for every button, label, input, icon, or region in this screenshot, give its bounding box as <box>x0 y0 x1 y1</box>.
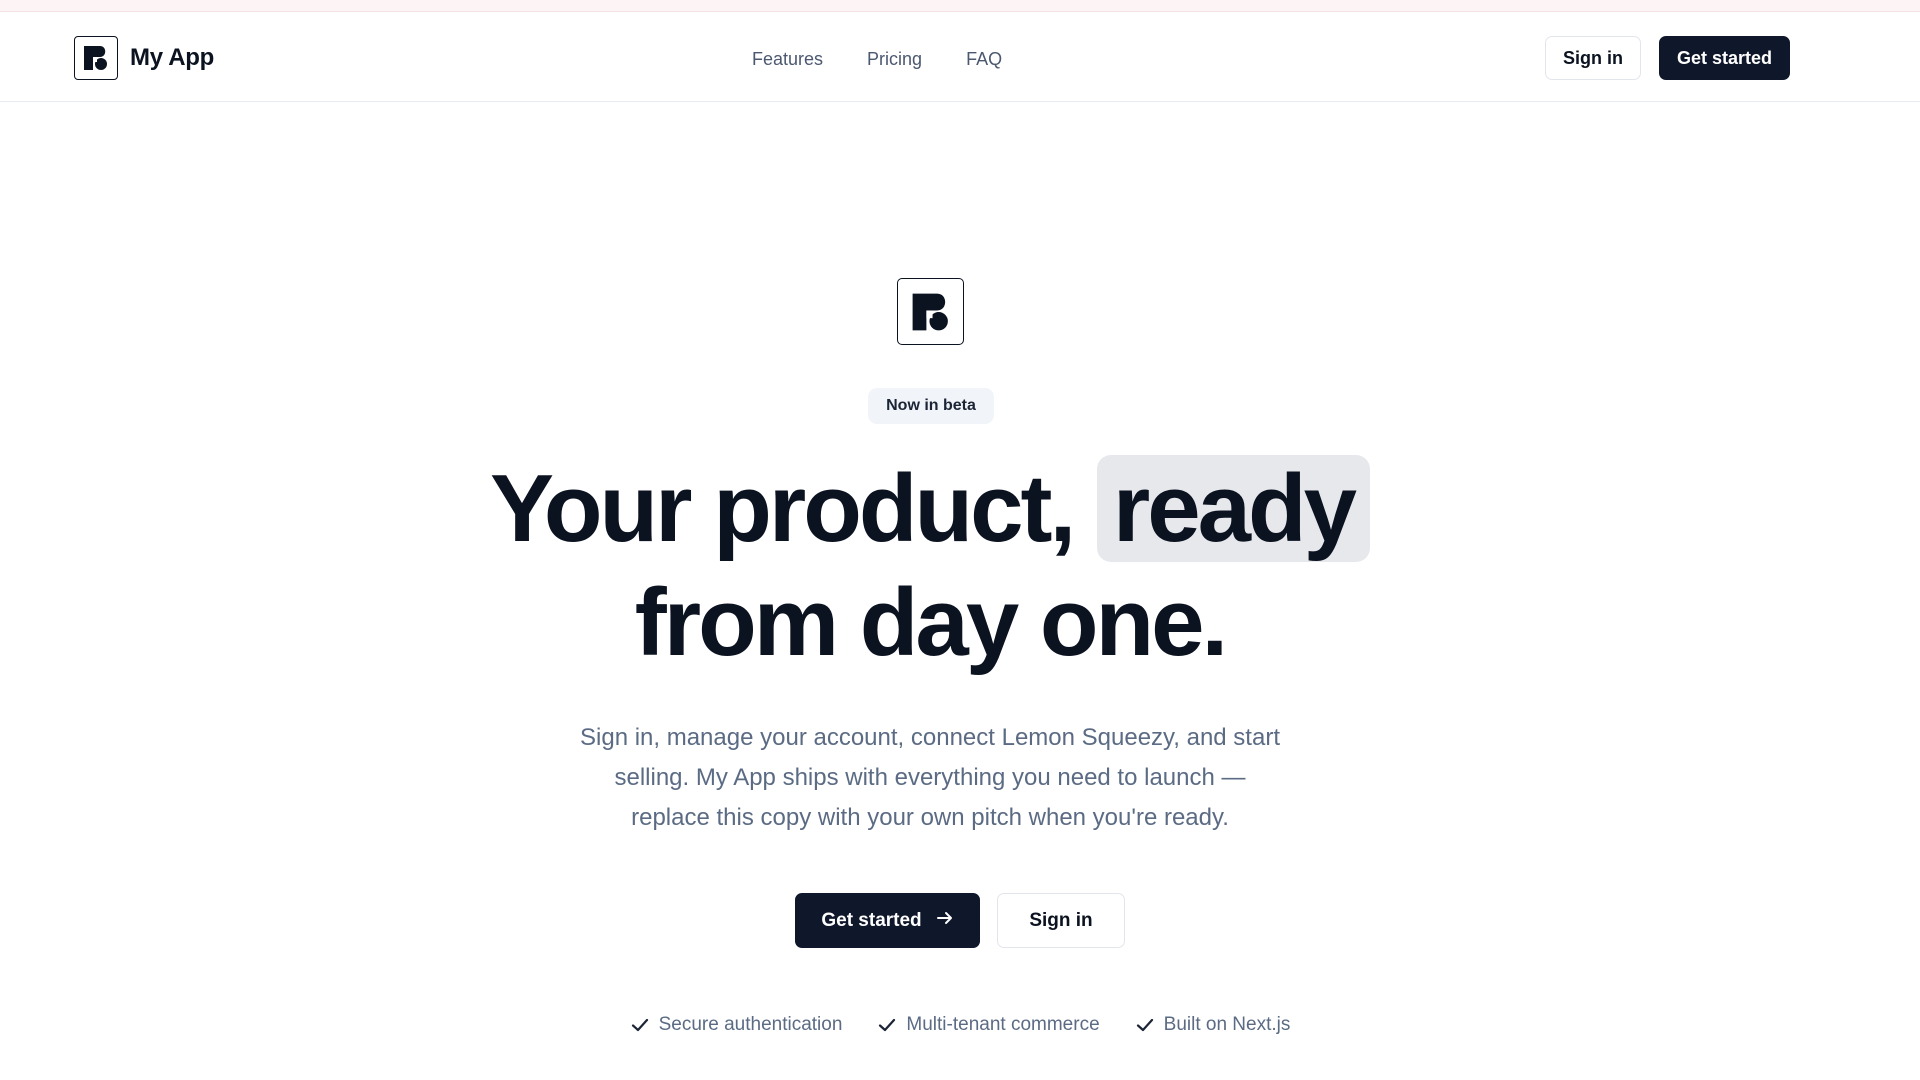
headline-line-2: from day one. <box>634 569 1228 676</box>
check-icon <box>630 1015 650 1035</box>
headline-text: Your product, <box>489 455 1097 562</box>
headline-highlight: ready <box>1096 455 1370 562</box>
feature-label: Built on Next.js <box>1163 1014 1291 1035</box>
hero-get-started-label: Get started <box>821 909 922 931</box>
app-logo-icon <box>74 36 118 80</box>
nav-links: Features Pricing FAQ <box>752 46 1002 72</box>
nav-link-pricing[interactable]: Pricing <box>867 49 922 70</box>
cta-row: Get started Sign in <box>0 893 1920 948</box>
hero-subtitle: Sign in, manage your account, connect Le… <box>580 724 1280 831</box>
nav-link-faq[interactable]: FAQ <box>966 49 1002 70</box>
feature-item: Secure authentication <box>630 1014 843 1036</box>
hero-logo-icon <box>897 278 964 345</box>
hero-get-started-button[interactable]: Get started <box>795 893 980 948</box>
arrow-right-icon <box>936 909 954 933</box>
hero-headline: Your product, ready from day one. <box>360 452 1500 680</box>
navbar: My App Features Pricing FAQ Sign in Get … <box>0 12 1920 102</box>
nav-actions: Sign in Get started <box>1545 36 1791 80</box>
nav-sign-in-button[interactable]: Sign in <box>1545 36 1641 80</box>
feature-label: Secure authentication <box>658 1014 843 1035</box>
check-icon <box>877 1015 897 1035</box>
nav-link-features[interactable]: Features <box>752 49 823 70</box>
nav-get-started-button[interactable]: Get started <box>1659 36 1791 80</box>
brand-link[interactable]: My App <box>74 36 214 80</box>
brand-name: My App <box>130 44 214 71</box>
beta-badge: Now in beta <box>868 388 994 424</box>
feature-list: Secure authentication Multi-tenant comme… <box>0 1014 1920 1036</box>
feature-item: Built on Next.js <box>1135 1014 1291 1036</box>
feature-item: Multi-tenant commerce <box>877 1014 1100 1036</box>
check-icon <box>1135 1015 1155 1035</box>
top-strip <box>0 0 1920 12</box>
hero-sign-in-button[interactable]: Sign in <box>997 893 1125 948</box>
feature-label: Multi-tenant commerce <box>906 1014 1100 1035</box>
headline-line-1: Your product, ready <box>360 452 1500 566</box>
